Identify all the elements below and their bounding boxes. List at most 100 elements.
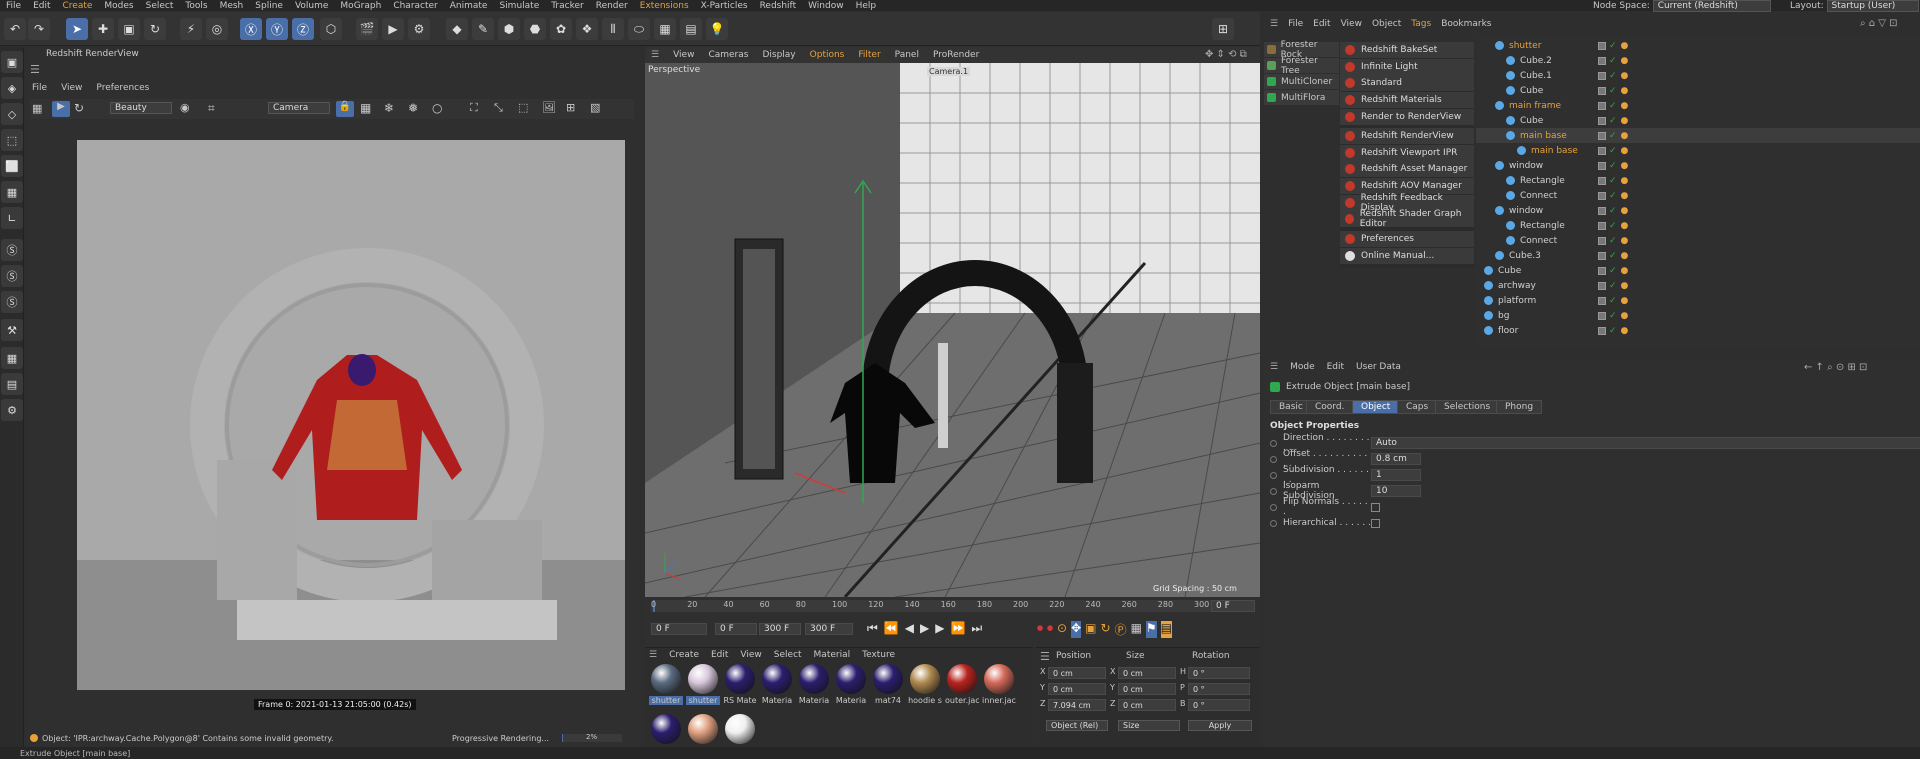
visibility-toggle[interactable] [1598, 116, 1606, 125]
object-name[interactable]: Cube.3 [1509, 251, 1598, 261]
visibility-toggle[interactable] [1598, 161, 1606, 170]
object-name[interactable]: Rectangle [1520, 176, 1598, 186]
vp-menu-display[interactable]: Display [755, 50, 802, 60]
keyframe-icon[interactable]: ⊙ [1057, 621, 1067, 638]
keyframe-dot-icon[interactable] [1270, 455, 1277, 463]
redshift-menu-item[interactable]: Preferences [1340, 231, 1474, 247]
om-menu-bookmarks[interactable]: Bookmarks [1441, 19, 1491, 29]
go-end-icon[interactable]: ⏭ [971, 621, 982, 636]
material-swatch[interactable]: Materia [797, 664, 831, 714]
workplane-icon[interactable]: ⚒ [1, 319, 23, 341]
vp-menu-filter[interactable]: Filter [851, 50, 887, 60]
visibility-toggle[interactable] [1598, 296, 1606, 305]
lock-workplane-icon[interactable]: ▦ [1, 347, 23, 369]
tab-coord[interactable]: Coord. [1306, 400, 1354, 414]
next-frame-icon[interactable]: ▶ [935, 621, 944, 636]
end-frame-field[interactable]: 300 F [805, 623, 853, 635]
subdivision-icon[interactable]: ⬢ [498, 18, 520, 40]
om-search-icons[interactable]: ⌕ ⌂ ▽ ⊡ [1860, 18, 1898, 29]
circle-icon[interactable]: ○ [432, 101, 442, 115]
tag-icon[interactable]: ● [1621, 236, 1629, 246]
object-row[interactable]: Rectangle ✓ ● [1476, 173, 1920, 188]
material-swatch[interactable]: outer.jac [945, 664, 979, 714]
object-name[interactable]: platform [1498, 296, 1598, 306]
enabled-check-icon[interactable]: ✓ [1609, 101, 1617, 111]
tab-selections[interactable]: Selections [1435, 400, 1500, 414]
freeze-icon[interactable]: ❅ [408, 101, 418, 115]
enabled-check-icon[interactable]: ✓ [1609, 296, 1617, 306]
tag-icon[interactable]: ● [1621, 281, 1629, 291]
tag-icon[interactable]: ● [1621, 191, 1629, 201]
menu-help[interactable]: Help [850, 1, 883, 11]
tab-object[interactable]: Object [1352, 400, 1400, 414]
recent-tool-icon[interactable]: ⚡ [180, 18, 202, 40]
rotate-tool-icon[interactable]: ↻ [144, 18, 166, 40]
object-row[interactable]: Cube.2 ✓ ● [1476, 53, 1920, 68]
y-axis-lock-icon[interactable]: Ⓨ [266, 18, 288, 40]
visibility-toggle[interactable] [1598, 266, 1606, 275]
object-row[interactable]: archway ✓ ● [1476, 278, 1920, 293]
plugin-item[interactable]: MultiFlora [1264, 90, 1339, 105]
axis-mode-icon[interactable]: ∟ [1, 207, 23, 229]
keyframe-dot-icon[interactable] [1270, 503, 1277, 511]
plugin-item[interactable]: Forester Tree [1264, 56, 1339, 76]
enabled-check-icon[interactable]: ✓ [1609, 326, 1617, 336]
scale-tool-icon[interactable]: ▣ [118, 18, 140, 40]
vp-menu-panel[interactable]: Panel [888, 50, 926, 60]
menu-select[interactable]: Select [140, 1, 180, 11]
object-row[interactable]: Cube.3 ✓ ● [1476, 248, 1920, 263]
material-swatch[interactable]: shutter [649, 664, 683, 714]
object-name[interactable]: shutter [1509, 41, 1598, 51]
tag-icon[interactable]: ● [1621, 146, 1629, 156]
keyframe-dot-icon[interactable] [1270, 439, 1277, 447]
world-coords-icon[interactable]: ⬡ [320, 18, 342, 40]
play-icon[interactable]: ▶ [920, 621, 929, 636]
rv-menu-file[interactable]: File [32, 83, 47, 93]
om-menu-file[interactable]: File [1288, 19, 1303, 29]
menu-tools[interactable]: Tools [179, 1, 213, 11]
mat-menu-edit[interactable]: Edit [711, 650, 728, 660]
object-name[interactable]: Cube [1520, 86, 1598, 96]
material-swatch[interactable]: hoodie s [908, 664, 942, 714]
material-panel-icon[interactable]: ☰ [649, 650, 657, 660]
menu-extensions[interactable]: Extensions [634, 1, 695, 11]
size-field[interactable]: 0 cm [1118, 667, 1176, 679]
object-name[interactable]: window [1509, 161, 1598, 171]
grid-view-icon[interactable]: ▦ [360, 101, 371, 115]
key-position-icon[interactable]: ✥ [1071, 621, 1082, 638]
texture-mode-icon[interactable]: ◈ [1, 77, 23, 99]
object-name[interactable]: main base [1531, 146, 1598, 156]
add-icon[interactable]: ⊞ [566, 101, 575, 114]
node-space-dropdown[interactable]: Current (Redshift) [1652, 0, 1771, 12]
select-tool-icon[interactable]: ➤ [66, 18, 88, 40]
next-key-icon[interactable]: ⏩ [950, 621, 965, 636]
fit-icon[interactable]: ⛶ [470, 101, 478, 115]
zoom-icon[interactable]: ⤡ [494, 101, 503, 115]
coord-mode-dropdown[interactable]: Object (Rel) [1046, 720, 1108, 731]
auto-key-icon[interactable]: ⏺ [1047, 621, 1053, 638]
refresh-icon[interactable]: ↻ [74, 101, 84, 115]
tag-icon[interactable]: ● [1621, 296, 1629, 306]
key-rotation-icon[interactable]: ↻ [1101, 621, 1111, 638]
color-mode-icon[interactable]: ◉ [180, 101, 190, 114]
menu-window[interactable]: Window [802, 1, 850, 11]
tag-icon[interactable]: ● [1621, 326, 1629, 336]
tag-icon[interactable]: ● [1621, 206, 1629, 216]
visibility-toggle[interactable] [1598, 221, 1606, 230]
rotation-field[interactable]: 0 ° [1188, 667, 1250, 679]
object-name[interactable]: Connect [1520, 236, 1598, 246]
om-menu-object[interactable]: Object [1372, 19, 1401, 29]
object-row[interactable]: window ✓ ● [1476, 158, 1920, 173]
menu-animate[interactable]: Animate [444, 1, 494, 11]
model-mode-icon[interactable]: ◇ [1, 103, 23, 125]
menu-modes[interactable]: Modes [98, 1, 139, 11]
aov-dropdown[interactable]: Beauty [110, 102, 172, 114]
object-name[interactable]: Connect [1520, 191, 1598, 201]
make-editable-icon[interactable]: ▣ [1, 51, 23, 73]
redshift-menu-item[interactable]: Redshift BakeSet [1340, 42, 1474, 58]
tag-icon[interactable]: ● [1621, 176, 1629, 186]
viewport-scene[interactable]: Perspective Camera.1 Grid Spacing : 50 c… [645, 63, 1260, 597]
enabled-check-icon[interactable]: ✓ [1609, 206, 1617, 216]
vp-menu-prorender[interactable]: ProRender [926, 50, 986, 60]
size-field[interactable]: 0 cm [1118, 683, 1176, 695]
